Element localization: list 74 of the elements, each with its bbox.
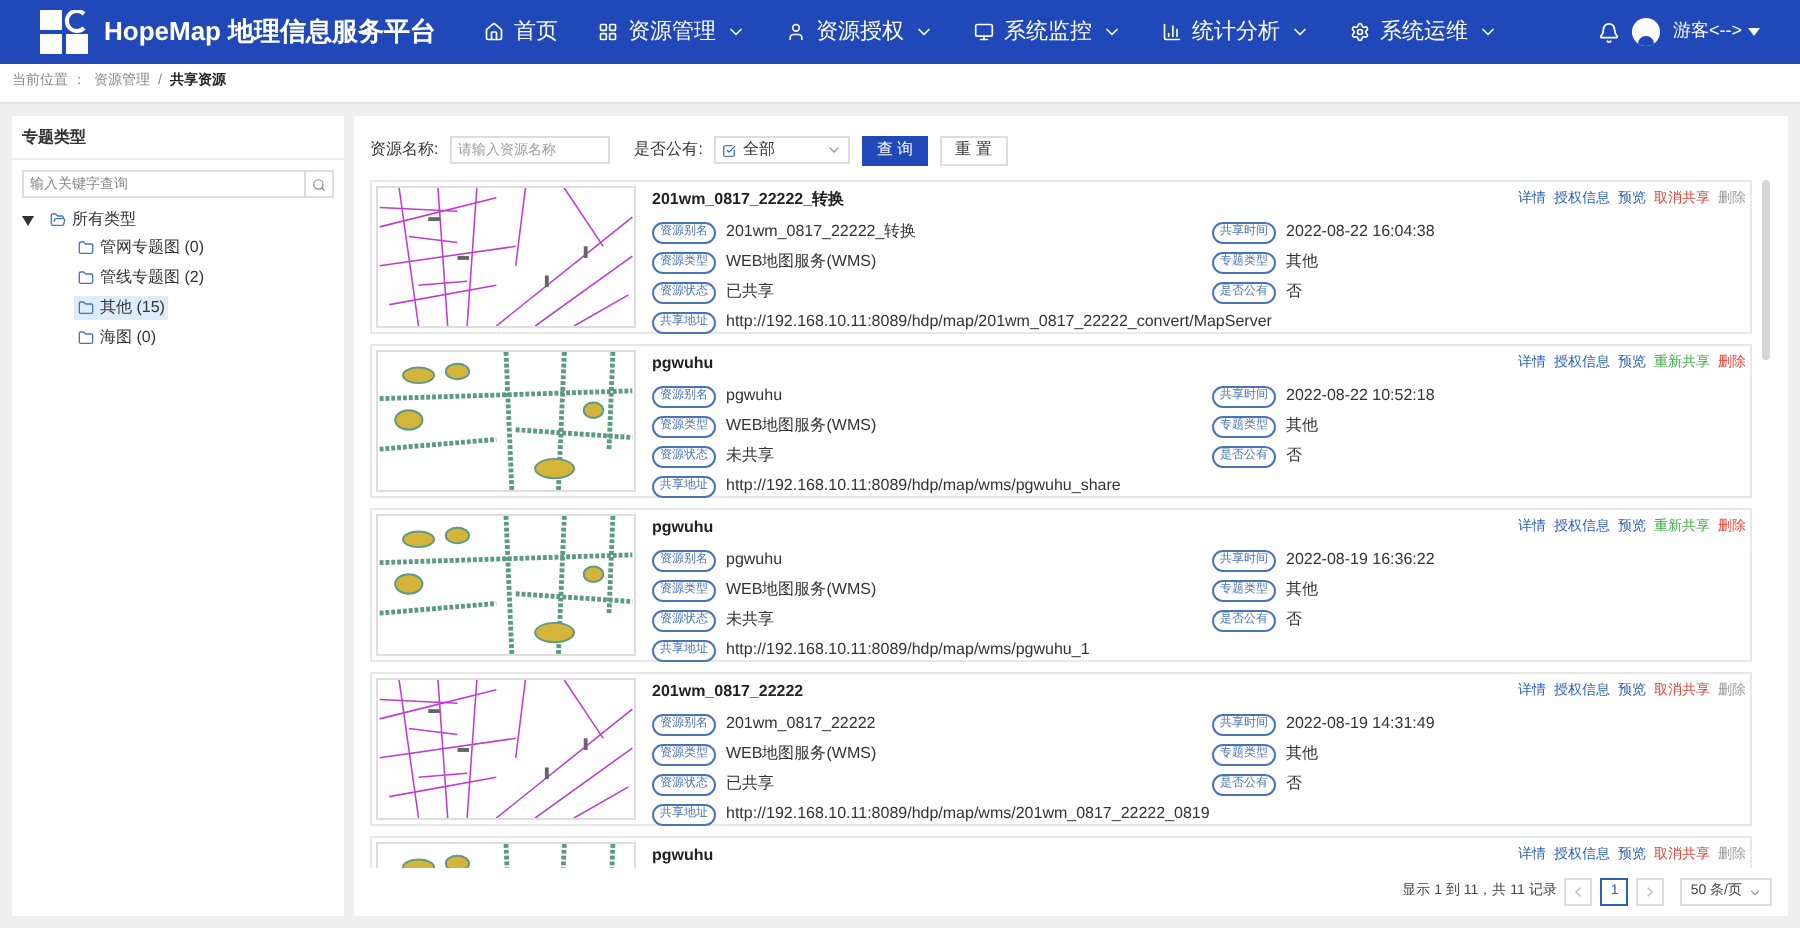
gear-icon [1350,22,1371,42]
prev-page-button[interactable] [1564,878,1593,906]
filter-label: 是否公有: [634,138,703,162]
folder-icon [78,330,94,346]
field-value: 其他 [1286,414,1318,438]
field-value: 否 [1286,280,1302,304]
field-value: 已共享 [726,280,774,304]
field-value: WEB地图服务(WMS) [726,578,877,602]
field-value: 否 [1286,608,1302,632]
tree-item[interactable]: 管网专题图 (0) [74,236,208,260]
nav-item[interactable]: 统计分析 [1162,15,1311,49]
field-value: WEB地图服务(WMS) [726,414,877,438]
bar-chart-icon [1162,22,1183,42]
grid-icon [598,22,619,42]
sidebar-title: 专题类型 [12,116,344,160]
user-icon [786,22,807,42]
filter-label: 资源名称: [370,138,439,162]
user-menu[interactable]: 游客<--> [1672,18,1760,46]
field-value: 其他 [1286,578,1318,602]
field-value: WEB地图服务(WMS) [726,250,877,274]
folder-icon [78,270,94,286]
reset-button[interactable]: 重 置 [939,135,1008,165]
field-value: http://192.168.10.11:8089/hdp/map/wms/201wm_0817_22222_0819 [726,802,1210,826]
chevron-icon [1748,885,1762,899]
field-value: 201wm_0817_22222_转换 [726,220,917,244]
logo-icon [40,10,92,54]
field-value: WEB地图服务(WMS) [726,742,877,766]
search-icon [312,177,326,191]
field-value: 其他 [1286,250,1318,274]
field-value: 2022-08-22 10:52:18 [1286,384,1435,408]
field-value: http://192.168.10.11:8089/hdp/map/wms/pgwuhu_share [726,474,1121,498]
home-icon [484,22,505,42]
field-value: http://192.168.10.11:8089/hdp/map/201wm_0817_22222_convert/MapServer [726,310,1272,334]
card-title: pgwuhu [652,844,714,868]
field-value: http://192.168.10.11:8089/hdp/map/wms/pgwuhu_1 [726,638,1090,662]
nav-item[interactable]: 系统运维 [1350,15,1499,49]
card-title: 201wm_0817_22222_转换 [652,188,845,212]
bell-icon[interactable] [1598,21,1621,43]
field-value: 否 [1286,444,1302,468]
card-title: pgwuhu [652,352,714,376]
field-value: 否 [1286,772,1302,796]
nav-item[interactable]: 资源授权 [786,15,935,49]
search-button[interactable] [306,170,334,198]
field-value: 已共享 [726,772,774,796]
folder-icon [50,212,66,228]
avatar-icon [1632,18,1661,46]
field-value: 2022-08-22 16:04:38 [1286,220,1435,244]
query-button[interactable]: 查 询 [862,135,928,165]
tree-item[interactable]: 所有类型 [46,208,140,232]
app-title: HopeMap 地理信息服务平台 [104,14,437,51]
folder-icon [78,300,94,316]
caret-icon [1748,28,1760,36]
folder-icon [78,240,94,256]
tree-item[interactable]: 管线专题图 (2) [74,266,208,290]
card-title: 201wm_0817_22222 [652,680,804,704]
monitor-icon [974,22,995,42]
card-title: pgwuhu [652,516,714,540]
field-value: 2022-08-19 16:36:22 [1286,548,1435,572]
field-value: 未共享 [726,444,774,468]
field-value: 未共享 [726,608,774,632]
chevron-icon [826,142,843,158]
tree-item[interactable]: 海图 (0) [74,326,160,350]
nav-item[interactable]: 资源管理 [598,15,747,49]
next-page-button[interactable] [1636,878,1665,906]
field-value: pgwuhu [726,384,783,408]
tree-item[interactable]: 其他 (15) [74,296,169,320]
field-value: 其他 [1286,742,1318,766]
public-select[interactable]: 全部 [714,136,851,164]
field-value: pgwuhu [726,548,783,572]
field-value: 2022-08-19 14:31:49 [1286,712,1435,736]
nav-item[interactable]: 系统监控 [974,15,1123,49]
expand-toggle-icon[interactable] [22,215,38,225]
nav-item[interactable]: 首页 [484,15,559,49]
field-value: 201wm_0817_22222 [726,712,876,736]
